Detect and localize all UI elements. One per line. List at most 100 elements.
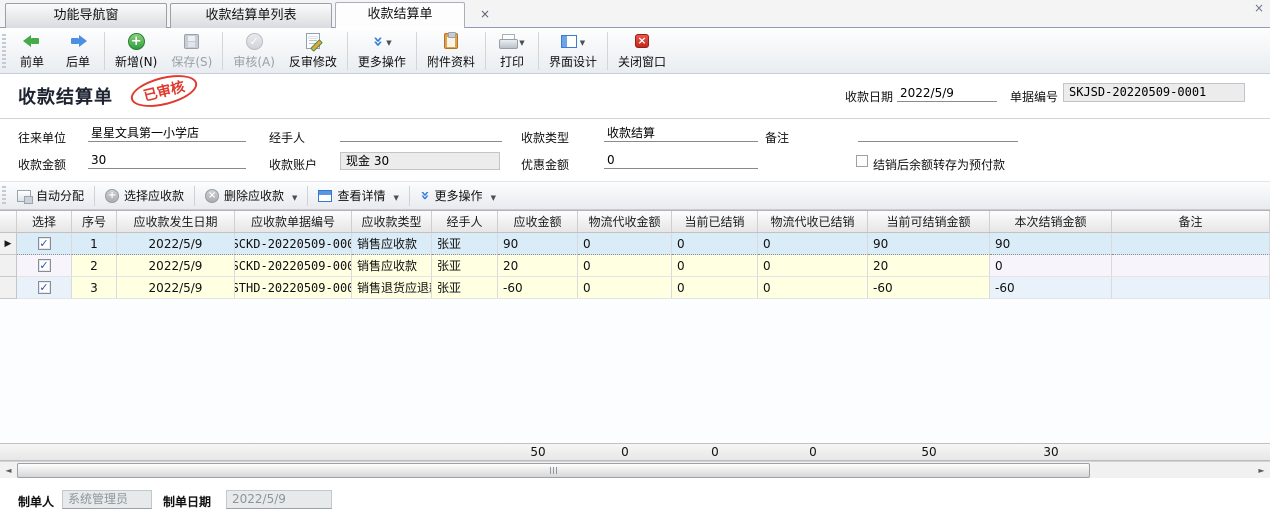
header-doc-no[interactable]: 应收款单据编号 bbox=[235, 211, 352, 232]
checkbox-checked-icon[interactable] bbox=[38, 259, 51, 272]
handler-label: 经手人 bbox=[269, 129, 305, 146]
print-button[interactable]: 打印 bbox=[489, 29, 535, 73]
handler-input[interactable] bbox=[340, 125, 502, 142]
receipt-settlement-window: 功能导航窗 收款结算单列表 收款结算单 × × 前单 后单 新增(N) 保存(S… bbox=[0, 0, 1270, 526]
partner-input[interactable]: 星星文具第一小学店 bbox=[88, 125, 246, 142]
attachments-button[interactable]: 附件资料 bbox=[420, 29, 482, 73]
tab-settlement-form[interactable]: 收款结算单 bbox=[335, 2, 465, 28]
scroll-thumb[interactable] bbox=[17, 463, 1090, 478]
totals-row: 50 0 0 0 50 30 bbox=[0, 443, 1270, 461]
floppy-disk-icon bbox=[184, 34, 199, 49]
header-logistics[interactable]: 物流代收金额 bbox=[578, 211, 672, 232]
toolbar-separator bbox=[222, 32, 223, 70]
check-circle-icon bbox=[246, 33, 263, 50]
header-select[interactable]: 选择 bbox=[17, 211, 72, 232]
amount-label: 收款金额 bbox=[18, 156, 66, 173]
toolbar-separator bbox=[416, 32, 417, 70]
transfer-prepay-label: 结销后余额转存为预付款 bbox=[873, 156, 1005, 173]
cell-handler: 张亚 bbox=[432, 277, 498, 299]
table-row[interactable]: 1 2022/5/9 XSCKD-20220509-0002 销售应收款 张亚 … bbox=[0, 233, 1270, 255]
header-handler[interactable]: 经手人 bbox=[432, 211, 498, 232]
header-current[interactable]: 本次结销金额 bbox=[990, 211, 1112, 232]
grid-more-actions-button[interactable]: 更多操作 bbox=[412, 184, 504, 208]
cell-current[interactable]: -60 bbox=[990, 277, 1112, 299]
horizontal-scrollbar[interactable] bbox=[0, 461, 1270, 478]
checkbox-checked-icon[interactable] bbox=[38, 281, 51, 294]
prev-doc-button[interactable]: 前单 bbox=[9, 29, 55, 73]
header-date[interactable]: 应收款发生日期 bbox=[117, 211, 235, 232]
creator-field: 系统管理员 bbox=[62, 490, 152, 509]
row-select-cell[interactable] bbox=[17, 255, 72, 277]
total-receivable: 50 bbox=[498, 444, 578, 460]
cross-circle-gray-icon bbox=[205, 189, 219, 203]
header-available[interactable]: 当前可结销金额 bbox=[868, 211, 990, 232]
scroll-left-icon[interactable] bbox=[0, 462, 17, 479]
row-select-cell[interactable] bbox=[17, 233, 72, 255]
cell-logistics: 0 bbox=[578, 255, 672, 277]
scroll-right-icon[interactable] bbox=[1253, 462, 1270, 479]
doc-number-field: SKJSD-20220509-0001 bbox=[1063, 83, 1245, 102]
toolbar-grip[interactable] bbox=[2, 34, 6, 68]
transfer-prepay-checkbox[interactable] bbox=[856, 155, 868, 167]
total-logistics: 0 bbox=[578, 444, 672, 460]
cell-handler: 张亚 bbox=[432, 233, 498, 255]
cell-receivable: -60 bbox=[498, 277, 578, 299]
remark-input[interactable] bbox=[858, 125, 1018, 142]
cell-type: 销售应收款 bbox=[352, 233, 432, 255]
delete-receivable-button[interactable]: 删除应收款 bbox=[197, 184, 305, 208]
tab-function-nav[interactable]: 功能导航窗 bbox=[5, 3, 167, 28]
header-receivable[interactable]: 应收金额 bbox=[498, 211, 578, 232]
header-logistics-settled[interactable]: 物流代收已结销 bbox=[758, 211, 868, 232]
receipt-type-input[interactable]: 收款结算 bbox=[604, 125, 758, 142]
close-window-button[interactable]: 关闭窗口 bbox=[611, 29, 673, 73]
unaudit-edit-button[interactable]: 反审修改 bbox=[282, 29, 344, 73]
cell-seq: 2 bbox=[72, 255, 117, 277]
receipt-date-input[interactable]: 2022/5/9 bbox=[897, 84, 997, 102]
scroll-grip-icon bbox=[550, 467, 557, 474]
cell-remark[interactable] bbox=[1112, 233, 1270, 255]
cell-available: -60 bbox=[868, 277, 990, 299]
view-detail-button[interactable]: 查看详情 bbox=[310, 184, 406, 208]
tab-close-icon[interactable]: × bbox=[480, 7, 490, 21]
cell-logistics-settled: 0 bbox=[758, 233, 868, 255]
amount-input[interactable]: 30 bbox=[88, 152, 246, 169]
tab-settlement-list[interactable]: 收款结算单列表 bbox=[170, 3, 332, 28]
toolbar-separator bbox=[485, 32, 486, 70]
cell-settled: 0 bbox=[672, 255, 758, 277]
checkbox-checked-icon[interactable] bbox=[38, 237, 51, 250]
double-chevron-down-icon bbox=[371, 36, 384, 47]
table-row[interactable]: 3 2022/5/9 XSTHD-20220509-0002 销售退货应退款 张… bbox=[0, 277, 1270, 299]
row-select-cell[interactable] bbox=[17, 277, 72, 299]
arrow-right-icon bbox=[69, 35, 87, 48]
window-close-icon[interactable]: × bbox=[1254, 1, 1264, 15]
layout-icon bbox=[561, 35, 577, 48]
new-button[interactable]: 新增(N) bbox=[108, 29, 164, 73]
cell-date: 2022/5/9 bbox=[117, 255, 235, 277]
header-seq[interactable]: 序号 bbox=[72, 211, 117, 232]
ui-design-button[interactable]: 界面设计 bbox=[542, 29, 604, 73]
more-actions-button[interactable]: 更多操作 bbox=[351, 29, 413, 73]
table-row[interactable]: 2 2022/5/9 XSCKD-20220509-0003 销售应收款 张亚 … bbox=[0, 255, 1270, 277]
auto-assign-button[interactable]: 自动分配 bbox=[9, 184, 92, 208]
grid-toolbar-separator bbox=[307, 186, 308, 206]
header-remark[interactable]: 备注 bbox=[1112, 211, 1270, 232]
page-title: 收款结算单 bbox=[18, 83, 113, 109]
cell-current[interactable]: 0 bbox=[990, 255, 1112, 277]
cell-doc-no: XSTHD-20220509-0002 bbox=[235, 277, 352, 299]
arrow-left-icon bbox=[23, 35, 41, 48]
cell-available: 20 bbox=[868, 255, 990, 277]
cell-remark[interactable] bbox=[1112, 277, 1270, 299]
next-doc-button[interactable]: 后单 bbox=[55, 29, 101, 73]
header-type[interactable]: 应收款类型 bbox=[352, 211, 432, 232]
cell-remark[interactable] bbox=[1112, 255, 1270, 277]
account-field[interactable]: 现金 30 bbox=[340, 152, 500, 170]
cell-current[interactable]: 90 bbox=[990, 233, 1112, 255]
discount-input[interactable]: 0 bbox=[604, 152, 758, 169]
select-receivable-button[interactable]: 选择应收款 bbox=[97, 184, 192, 208]
cell-available: 90 bbox=[868, 233, 990, 255]
total-current: 30 bbox=[990, 444, 1112, 460]
total-logistics-settled: 0 bbox=[758, 444, 868, 460]
chevron-down-icon bbox=[390, 189, 398, 203]
grid-toolbar-grip[interactable] bbox=[2, 186, 6, 206]
header-settled[interactable]: 当前已结销 bbox=[672, 211, 758, 232]
